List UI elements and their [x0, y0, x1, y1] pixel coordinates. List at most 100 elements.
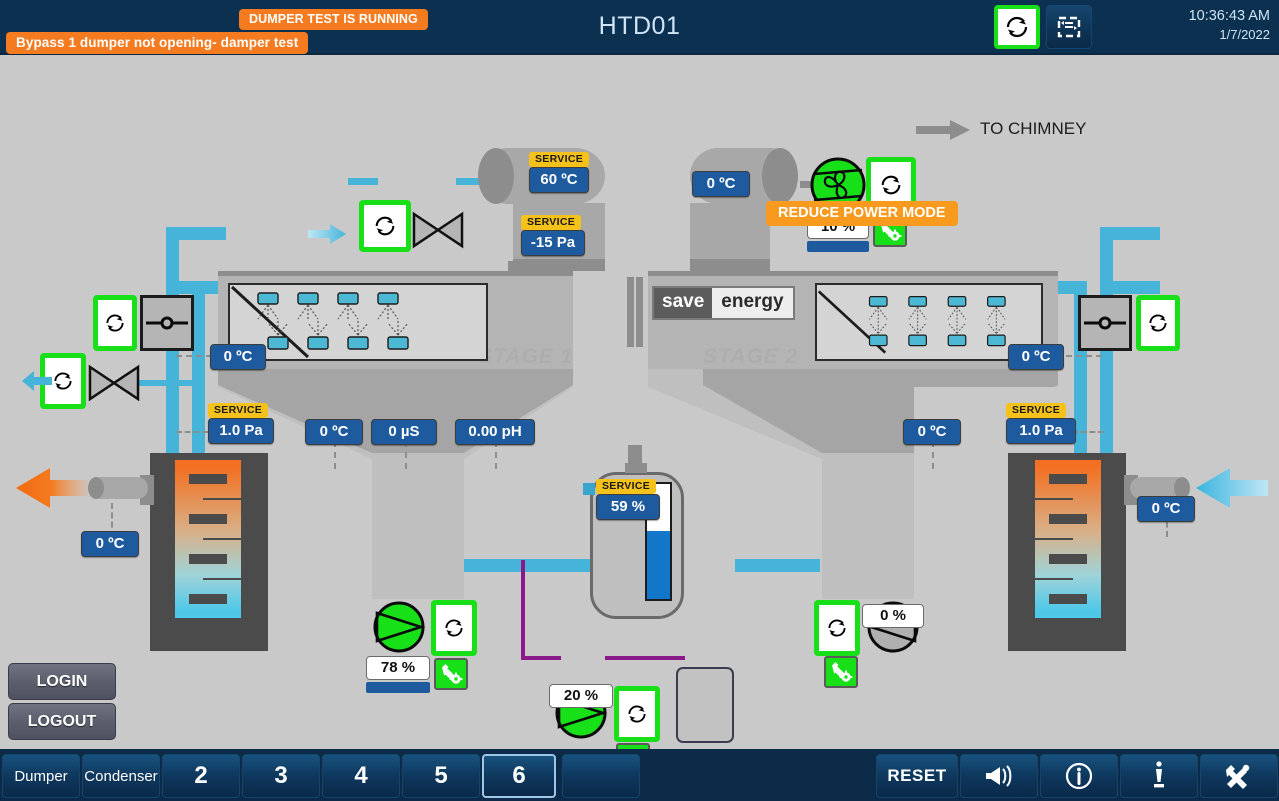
butterfly-valve-icon[interactable] — [412, 210, 464, 250]
footer-tab-5[interactable]: 5 — [402, 754, 480, 798]
clock-time: 10:36:43 AM — [1188, 8, 1270, 24]
service-badge: SERVICE — [1006, 403, 1067, 418]
dosing-line-to-tote — [605, 656, 685, 660]
hx-coil-icon — [1035, 460, 1101, 618]
duct-outlet-body — [690, 203, 770, 265]
service-badge: SERVICE — [596, 479, 657, 494]
pump1-output-value: 78 % — [366, 656, 430, 680]
pump3-output-value[interactable]: 0 % — [862, 604, 924, 628]
leader-right-press — [1072, 431, 1104, 433]
duct-outlet-cap — [762, 148, 798, 204]
auto-indicator-pump3[interactable] — [814, 600, 860, 656]
leader-right-temp — [1066, 355, 1102, 357]
auto-indicator-pump2[interactable] — [614, 686, 660, 742]
clock-date: 1/7/2022 — [1219, 27, 1270, 42]
left-conductivity-value[interactable]: 0 µS — [371, 419, 437, 445]
login-button[interactable]: LOGIN — [8, 663, 116, 700]
inlet-duct-temp-value[interactable]: 60 ºC — [529, 167, 589, 193]
wrench-gear-icon — [832, 662, 853, 682]
damper-actuator-icon — [146, 316, 188, 330]
stage-divider-upper2 — [636, 277, 643, 347]
alarm-horn-button[interactable] — [960, 754, 1038, 798]
leader-left-press — [176, 431, 208, 433]
footer-toolbar: Dumper Condenser 2 3 4 5 6 RESET — [0, 749, 1279, 801]
right-stage-pressure-value[interactable]: 1.0 Pa — [1006, 418, 1076, 444]
footer-tab-dumper[interactable]: Dumper — [2, 754, 80, 798]
footer-tab-label: 6 — [512, 762, 526, 789]
footer-tab-label: 4 — [354, 762, 368, 789]
logout-button[interactable]: LOGOUT — [8, 703, 116, 740]
save-energy-logo: save energy — [652, 286, 795, 320]
service-button-pump3[interactable] — [824, 656, 858, 688]
outlet-duct-temp-value[interactable]: 0 ºC — [692, 171, 750, 197]
footer-tab-condenser[interactable]: Condenser — [82, 754, 160, 798]
pump1-output-group[interactable]: 78 % — [366, 656, 430, 693]
alarm-list-button[interactable] — [1120, 754, 1198, 798]
wrench-gear-icon — [442, 664, 463, 684]
left-ph-value[interactable]: 0.00 pH — [455, 419, 535, 445]
tank-level-group: SERVICE 59 % — [596, 479, 660, 520]
left-hx-outlet-temp-value[interactable]: 0 ºC — [81, 531, 139, 557]
right-hx-inlet-temp-value[interactable]: 0 ºC — [1137, 496, 1195, 522]
flow-arrow-right-in-icon — [1196, 468, 1268, 508]
flow-arrow-left-out-icon — [16, 468, 88, 508]
leader-left-water-temp — [334, 441, 336, 469]
footer-tab-2[interactable]: 2 — [162, 754, 240, 798]
pump-impeller-icon[interactable] — [372, 600, 426, 654]
chemical-tote[interactable] — [676, 667, 734, 743]
leader-right-water-temp — [932, 441, 934, 469]
stage1-top-edge — [218, 271, 573, 276]
butterfly-valve-icon[interactable] — [88, 363, 140, 403]
auto-indicator-right-damper[interactable] — [1136, 295, 1180, 351]
footer-tab-6[interactable]: 6 — [482, 754, 556, 798]
footer-tab-3[interactable]: 3 — [242, 754, 320, 798]
stage-divider-upper — [627, 277, 634, 347]
dosing-line-to-pump — [521, 656, 561, 660]
stage1-spray-panel — [228, 283, 488, 361]
right-water-temp-value[interactable]: 0 ºC — [903, 419, 961, 445]
footer-tab-label: 2 — [194, 762, 208, 789]
cycle-arrows-icon — [54, 372, 72, 390]
service-badge: SERVICE — [521, 215, 582, 230]
cycle-arrows-icon — [881, 175, 901, 195]
leader-left-conductivity — [405, 441, 407, 469]
cycle-arrows-icon — [375, 216, 395, 236]
footer-tab-label: Condenser — [84, 767, 158, 785]
footer-tab-blank-7[interactable] — [562, 754, 640, 798]
hx-coil-icon — [175, 460, 241, 618]
left-heat-exchanger — [150, 453, 268, 651]
inlet-duct-pressure-value[interactable]: -15 Pa — [521, 230, 585, 256]
tools-button[interactable] — [1200, 754, 1278, 798]
auto-indicator-left-damper[interactable] — [93, 295, 137, 351]
tank-level-fill — [647, 531, 670, 599]
leader-left-temp — [176, 355, 212, 357]
screen-resize-button[interactable] — [1046, 5, 1092, 49]
auto-mode-button[interactable] — [994, 5, 1040, 49]
left-stage-temp-value[interactable]: 0 ºC — [210, 344, 266, 370]
service-button-pump1[interactable] — [434, 658, 468, 690]
pump2-output-value[interactable]: 20 % — [549, 684, 613, 708]
service-badge: SERVICE — [208, 403, 269, 418]
clock: 10:36:43 AM 1/7/2022 — [1189, 8, 1270, 42]
to-chimney-label: TO CHIMNEY — [980, 119, 1087, 138]
reset-button[interactable]: RESET — [876, 754, 958, 798]
auto-indicator-pump1[interactable] — [431, 600, 477, 656]
duct-inlet-cap — [478, 148, 514, 204]
footer-tab-4[interactable]: 4 — [322, 754, 400, 798]
left-damper-actuator[interactable] — [140, 295, 194, 351]
leader-left-ph — [495, 441, 497, 469]
stage2-hopper — [648, 369, 1058, 599]
right-stage-temp-value[interactable]: 0 ºC — [1008, 344, 1064, 370]
info-button[interactable] — [1040, 754, 1118, 798]
alert-exclamation-icon — [1154, 761, 1164, 788]
pump1-output-bar — [366, 682, 430, 693]
tank-level-value[interactable]: 59 % — [596, 494, 660, 520]
right-damper-actuator[interactable] — [1078, 295, 1132, 351]
right-stage-pressure-group: SERVICE 1.0 Pa — [1006, 403, 1076, 444]
inlet-duct-pressure-group: SERVICE -15 Pa — [521, 215, 585, 256]
left-water-temp-value[interactable]: 0 ºC — [305, 419, 363, 445]
pipe-inlet-top — [348, 178, 378, 185]
left-stage-pressure-value[interactable]: 1.0 Pa — [208, 418, 274, 444]
inlet-duct-temp-group: SERVICE 60 ºC — [529, 152, 590, 193]
auto-indicator-inlet-damper[interactable] — [359, 200, 411, 252]
